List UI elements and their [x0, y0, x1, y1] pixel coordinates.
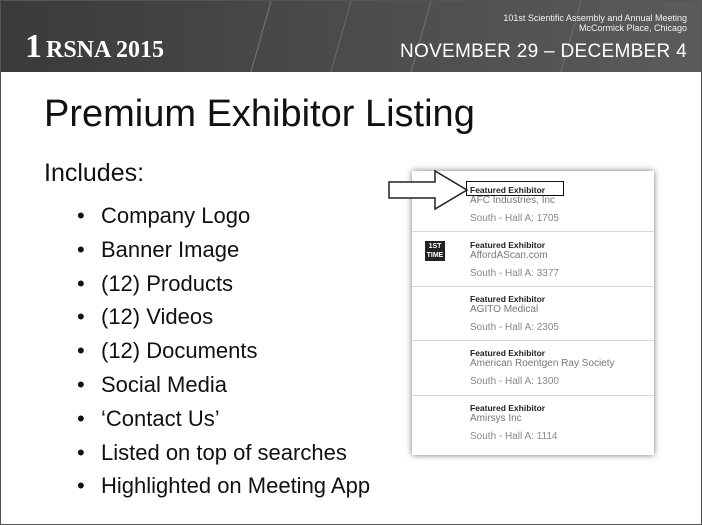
exhibitor-entry: Featured Exhibitor AGITO Medical South -… — [412, 287, 654, 341]
exhibitor-location: South - Hall A: 1114 — [470, 431, 558, 442]
exhibitor-name: American Roentgen Ray Society — [470, 358, 615, 369]
header-banner: 1 RSNA 2015 101st Scientific Assembly an… — [1, 1, 701, 72]
meeting-line-2: McCormick Place, Chicago — [578, 23, 687, 33]
bullet-item: (12) Products — [77, 267, 370, 301]
exhibitor-location: South - Hall A: 2305 — [470, 322, 559, 333]
exhibitor-entry: 1ST TIME Featured Exhibitor AffordAScan.… — [412, 232, 654, 287]
bullet-item: Company Logo — [77, 199, 370, 233]
exhibitor-name: AGITO Medical — [470, 304, 539, 315]
meeting-info: 101st Scientific Assembly and Annual Mee… — [503, 13, 687, 33]
featured-label: Featured Exhibitor — [470, 403, 546, 413]
exhibitor-entry: Featured Exhibitor Amirsys Inc South - H… — [412, 396, 654, 454]
slide: 1 RSNA 2015 101st Scientific Assembly an… — [0, 0, 702, 525]
logo-text: RSNA 2015 — [46, 37, 165, 63]
bullet-item: Listed on top of searches — [77, 436, 370, 470]
exhibitor-name: AFC Industries, Inc — [470, 195, 556, 206]
exhibitor-location: South - Hall A: 3377 — [470, 268, 559, 279]
exhibitor-location: South - Hall A: 1300 — [470, 376, 559, 387]
exhibitor-entry: Featured Exhibitor American Roentgen Ray… — [412, 341, 654, 396]
bullet-list: Company Logo Banner Image (12) Products … — [77, 199, 370, 503]
arrow-right-icon — [388, 169, 469, 211]
meeting-line-1: 101st Scientific Assembly and Annual Mee… — [503, 13, 687, 23]
bullet-item: ‘Contact Us’ — [77, 402, 370, 436]
exhibitor-name: AffordAScan.com — [470, 250, 548, 261]
logo-mark: 1 — [25, 28, 42, 65]
bullet-item: Social Media — [77, 368, 370, 402]
rsna-logo: 1 RSNA 2015 — [25, 25, 164, 65]
exhibitor-name: Amirsys Inc — [470, 413, 522, 424]
includes-label: Includes: — [44, 159, 145, 187]
exhibitor-list-screenshot: Featured Exhibitor AFC Industries, Inc S… — [412, 171, 654, 455]
bullet-item: (12) Videos — [77, 300, 370, 334]
exhibitor-location: South - Hall A: 1705 — [470, 213, 559, 224]
bullet-item: Highlighted on Meeting App — [77, 469, 370, 503]
slide-title: Premium Exhibitor Listing — [44, 93, 475, 135]
bullet-item: Banner Image — [77, 233, 370, 267]
featured-label: Featured Exhibitor — [470, 348, 546, 358]
featured-label: Featured Exhibitor — [470, 240, 546, 250]
featured-label: Featured Exhibitor — [470, 294, 546, 304]
first-time-icon: 1ST TIME — [425, 241, 445, 261]
meeting-dates: NOVEMBER 29 – DECEMBER 4 — [399, 41, 687, 62]
bullet-item: (12) Documents — [77, 334, 370, 368]
highlight-box — [466, 181, 564, 196]
